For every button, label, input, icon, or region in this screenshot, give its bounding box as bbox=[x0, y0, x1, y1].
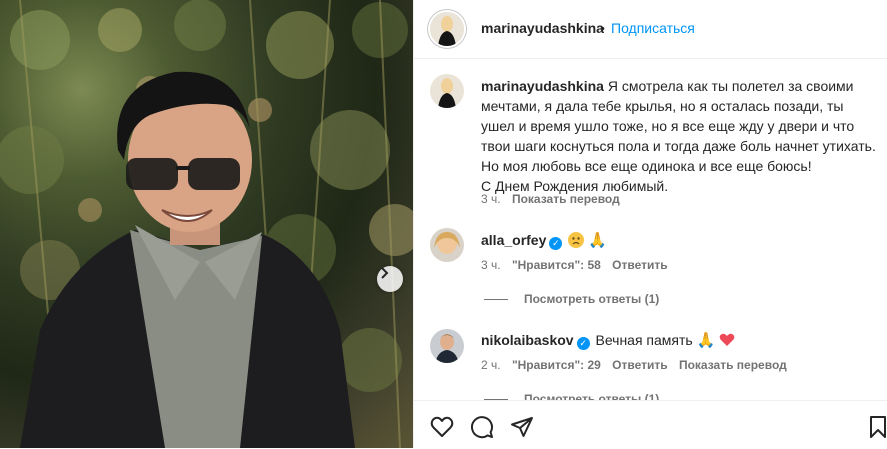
reply-button[interactable]: Ответить bbox=[612, 258, 667, 272]
photo-illustration bbox=[0, 0, 413, 448]
verified-badge-icon: ✓ bbox=[549, 237, 563, 250]
comment-avatar[interactable] bbox=[430, 228, 464, 262]
caption-time[interactable]: 3 ч. bbox=[481, 192, 501, 206]
comment-time[interactable]: 2 ч. bbox=[481, 358, 501, 372]
reply-button[interactable]: Ответить bbox=[612, 358, 667, 372]
comment-icon[interactable] bbox=[470, 415, 494, 439]
comment-likes[interactable]: "Нравится": 29 bbox=[512, 358, 601, 372]
comment-username[interactable]: alla_orfey bbox=[481, 232, 546, 248]
praying-hands-icon: 🙏 bbox=[588, 232, 607, 249]
author-avatar[interactable] bbox=[430, 12, 464, 46]
chevron-right-icon bbox=[381, 267, 397, 286]
share-icon[interactable] bbox=[510, 415, 534, 439]
comment-body: nikolaibaskov ✓ Вечная память 🙏 bbox=[481, 331, 735, 350]
translate-button[interactable]: Показать перевод bbox=[679, 358, 787, 372]
replies-divider bbox=[484, 298, 508, 300]
view-replies-button[interactable]: Посмотреть ответы (1) bbox=[484, 292, 659, 306]
comment-text: Вечная память bbox=[595, 332, 693, 348]
comment-avatar[interactable] bbox=[430, 329, 464, 363]
header-separator: • bbox=[600, 20, 605, 36]
carousel-next-button[interactable] bbox=[377, 266, 403, 292]
post-details-panel: marinayudashkina • Подписаться marinayud… bbox=[413, 0, 887, 449]
action-bar bbox=[414, 400, 887, 449]
post-caption: marinayudashkina Я смотрела как ты полет… bbox=[481, 76, 881, 196]
sad-face-icon bbox=[568, 232, 585, 248]
author-username[interactable]: marinayudashkina bbox=[481, 20, 604, 36]
red-heart-icon bbox=[719, 333, 735, 347]
caption-translate-button[interactable]: Показать перевод bbox=[512, 192, 620, 206]
praying-hands-icon: 🙏 bbox=[696, 332, 716, 349]
caption-username[interactable]: marinayudashkina bbox=[481, 78, 604, 94]
heart-icon[interactable] bbox=[430, 415, 454, 439]
follow-button[interactable]: Подписаться bbox=[611, 20, 695, 36]
comment-body: alla_orfey ✓ 🙏 bbox=[481, 231, 607, 250]
comment-meta: 3 ч. "Нравится": 58 Ответить bbox=[481, 258, 668, 272]
bookmark-icon[interactable] bbox=[866, 415, 887, 439]
caption-avatar[interactable] bbox=[430, 74, 464, 108]
comment-time[interactable]: 3 ч. bbox=[481, 258, 501, 272]
comment-username[interactable]: nikolaibaskov bbox=[481, 332, 574, 348]
post-header: marinayudashkina • Подписаться bbox=[414, 0, 887, 59]
view-replies-label: Посмотреть ответы (1) bbox=[524, 292, 660, 306]
comment-meta: 2 ч. "Нравится": 29 Ответить Показать пе… bbox=[481, 358, 787, 372]
post-photo[interactable] bbox=[0, 0, 413, 448]
verified-badge-icon: ✓ bbox=[576, 337, 590, 350]
caption-meta: 3 ч. Показать перевод bbox=[481, 192, 620, 206]
comment-likes[interactable]: "Нравится": 58 bbox=[512, 258, 601, 272]
